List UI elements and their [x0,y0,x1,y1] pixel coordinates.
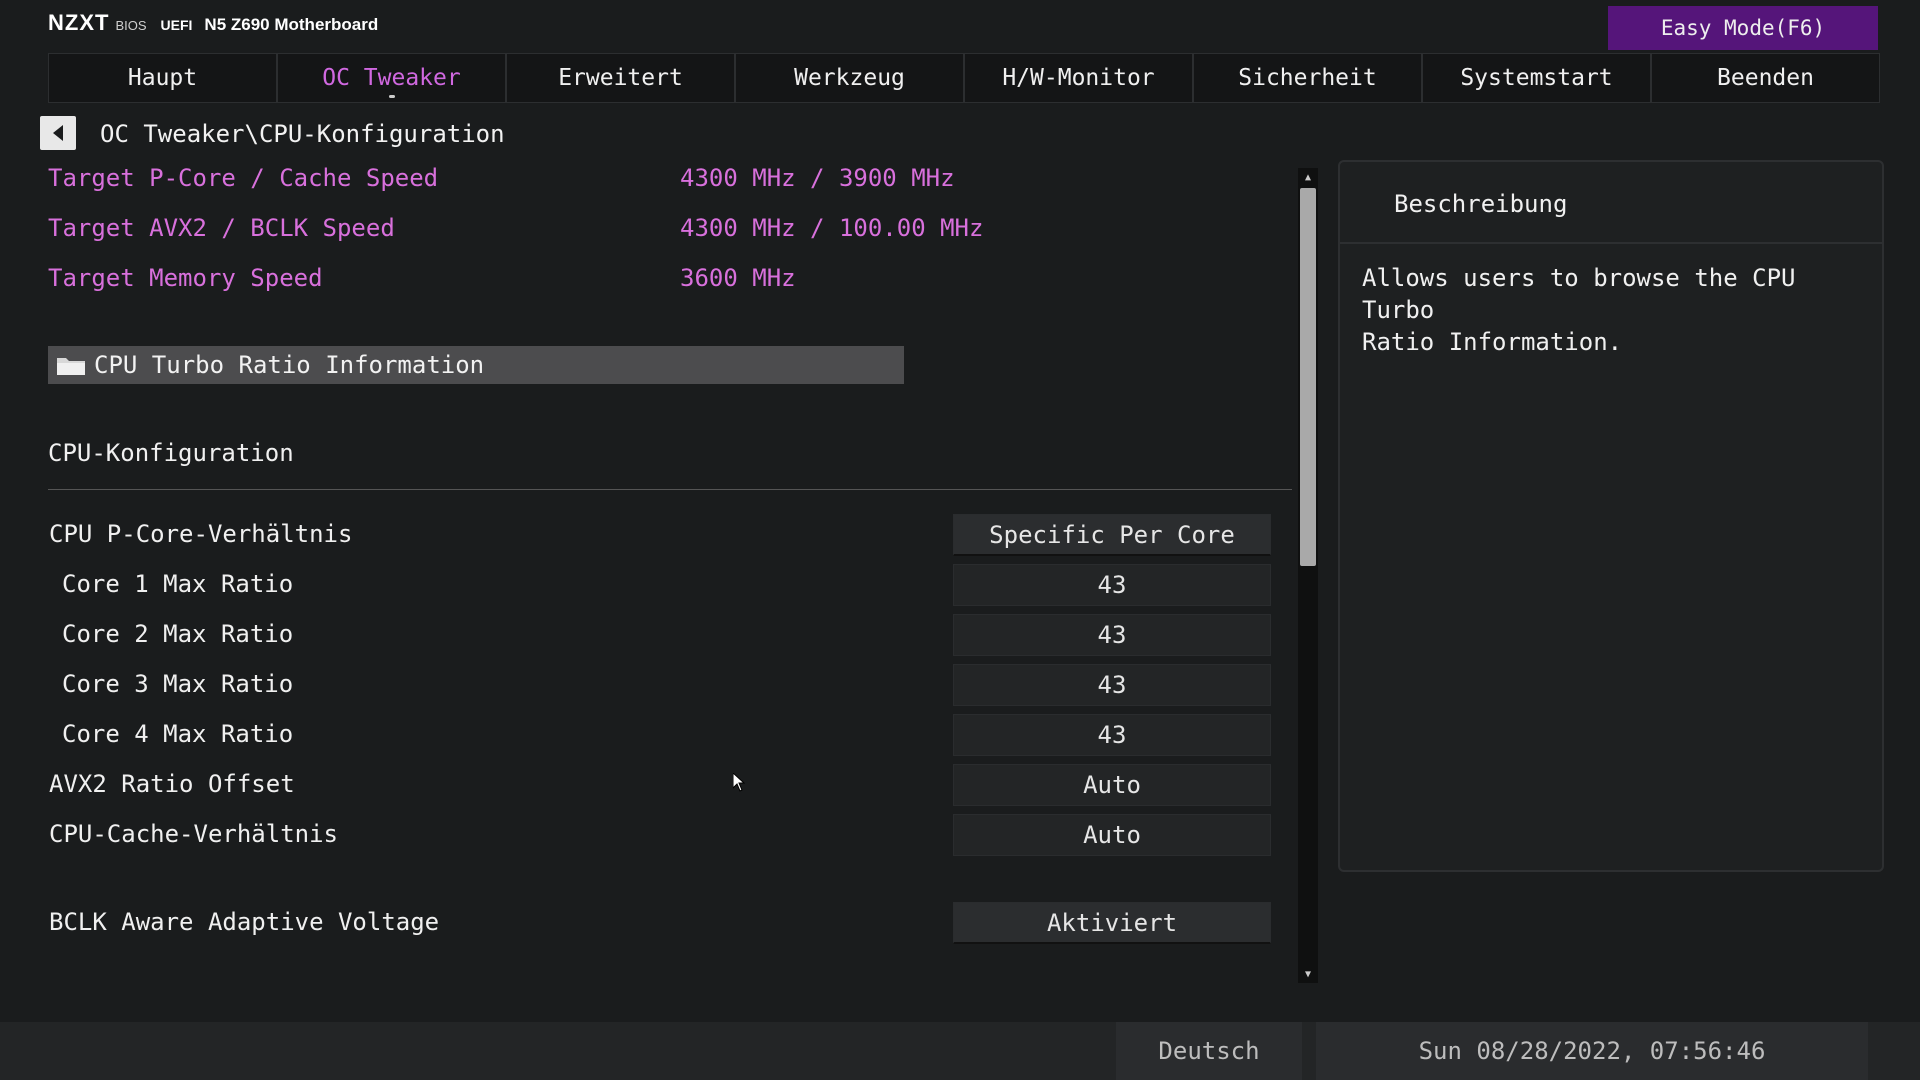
info-label-avx2-bclk: Target AVX2 / BCLK Speed [48,214,395,242]
tab-erweitert[interactable]: Erweitert [506,53,735,103]
tab-systemstart[interactable]: Systemstart [1422,53,1651,103]
setting-label-pcore-ratio: CPU P-Core-Verhältnis [49,520,353,548]
submenu-label: CPU Turbo Ratio Information [94,351,485,379]
tab-beenden[interactable]: Beenden [1651,53,1880,103]
setting-value-core1[interactable]: 43 [953,564,1271,606]
info-value-avx2-bclk: 4300 MHz / 100.00 MHz [680,214,984,242]
setting-label-core1: Core 1 Max Ratio [62,570,294,598]
section-title: CPU-Konfiguration [48,439,294,467]
setting-label-core3: Core 3 Max Ratio [62,670,294,698]
setting-label-core2: Core 2 Max Ratio [62,620,294,648]
scroll-up-icon[interactable]: ▲ [1298,168,1318,186]
section-divider [48,489,1292,490]
scrollbar-thumb[interactable] [1300,188,1316,566]
main-tabs: Haupt OC Tweaker Erweitert Werkzeug H/W-… [48,53,1880,103]
scroll-down-icon[interactable]: ▼ [1298,965,1318,983]
info-label-memory: Target Memory Speed [48,264,323,292]
easy-mode-button[interactable]: Easy Mode(F6) [1608,6,1878,50]
tab-werkzeug[interactable]: Werkzeug [735,53,964,103]
setting-value-pcore-ratio[interactable]: Specific Per Core [953,514,1271,556]
setting-value-core2[interactable]: 43 [953,614,1271,656]
setting-label-cache-ratio: CPU-Cache-Verhältnis [49,820,338,848]
uefi-label: UEFI [160,17,193,33]
tab-haupt[interactable]: Haupt [48,53,277,103]
folder-icon [57,358,85,375]
setting-label-core4: Core 4 Max Ratio [62,720,294,748]
back-button[interactable] [40,116,76,150]
info-label-pcore-cache: Target P-Core / Cache Speed [48,164,439,192]
submenu-cpu-turbo-ratio[interactable]: CPU Turbo Ratio Information [48,346,904,384]
setting-value-cache-ratio[interactable]: Auto [953,814,1271,856]
description-title: Beschreibung [1394,190,1568,218]
breadcrumb: OC Tweaker\CPU-Konfiguration [100,120,505,148]
bios-label: BIOS [115,18,147,33]
tab-oc-tweaker[interactable]: OC Tweaker [277,53,506,103]
info-value-pcore-cache: 4300 MHz / 3900 MHz [680,164,955,192]
setting-label-avx2-offset: AVX2 Ratio Offset [49,770,295,798]
setting-value-bclk-voltage[interactable]: Aktiviert [953,902,1271,944]
datetime-display: Sun 08/28/2022, 07:56:46 [1316,1022,1868,1080]
brand-name: NZXT [48,10,110,35]
info-value-memory: 3600 MHz [680,264,796,292]
back-arrow-icon [53,125,63,141]
mouse-cursor-icon [733,773,745,792]
description-text: Allows users to browse the CPU Turbo Rat… [1362,264,1796,356]
setting-value-core4[interactable]: 43 [953,714,1271,756]
brand-logo: NZXT BIOS UEFI N5 Z690 Motherboard [48,10,378,42]
setting-value-core3[interactable]: 43 [953,664,1271,706]
setting-value-avx2-offset[interactable]: Auto [953,764,1271,806]
tab-hw-monitor[interactable]: H/W-Monitor [964,53,1193,103]
language-selector[interactable]: Deutsch [1116,1022,1302,1080]
setting-label-bclk-voltage: BCLK Aware Adaptive Voltage [49,908,440,936]
motherboard-model: N5 Z690 Motherboard [204,15,379,34]
tab-sicherheit[interactable]: Sicherheit [1193,53,1422,103]
